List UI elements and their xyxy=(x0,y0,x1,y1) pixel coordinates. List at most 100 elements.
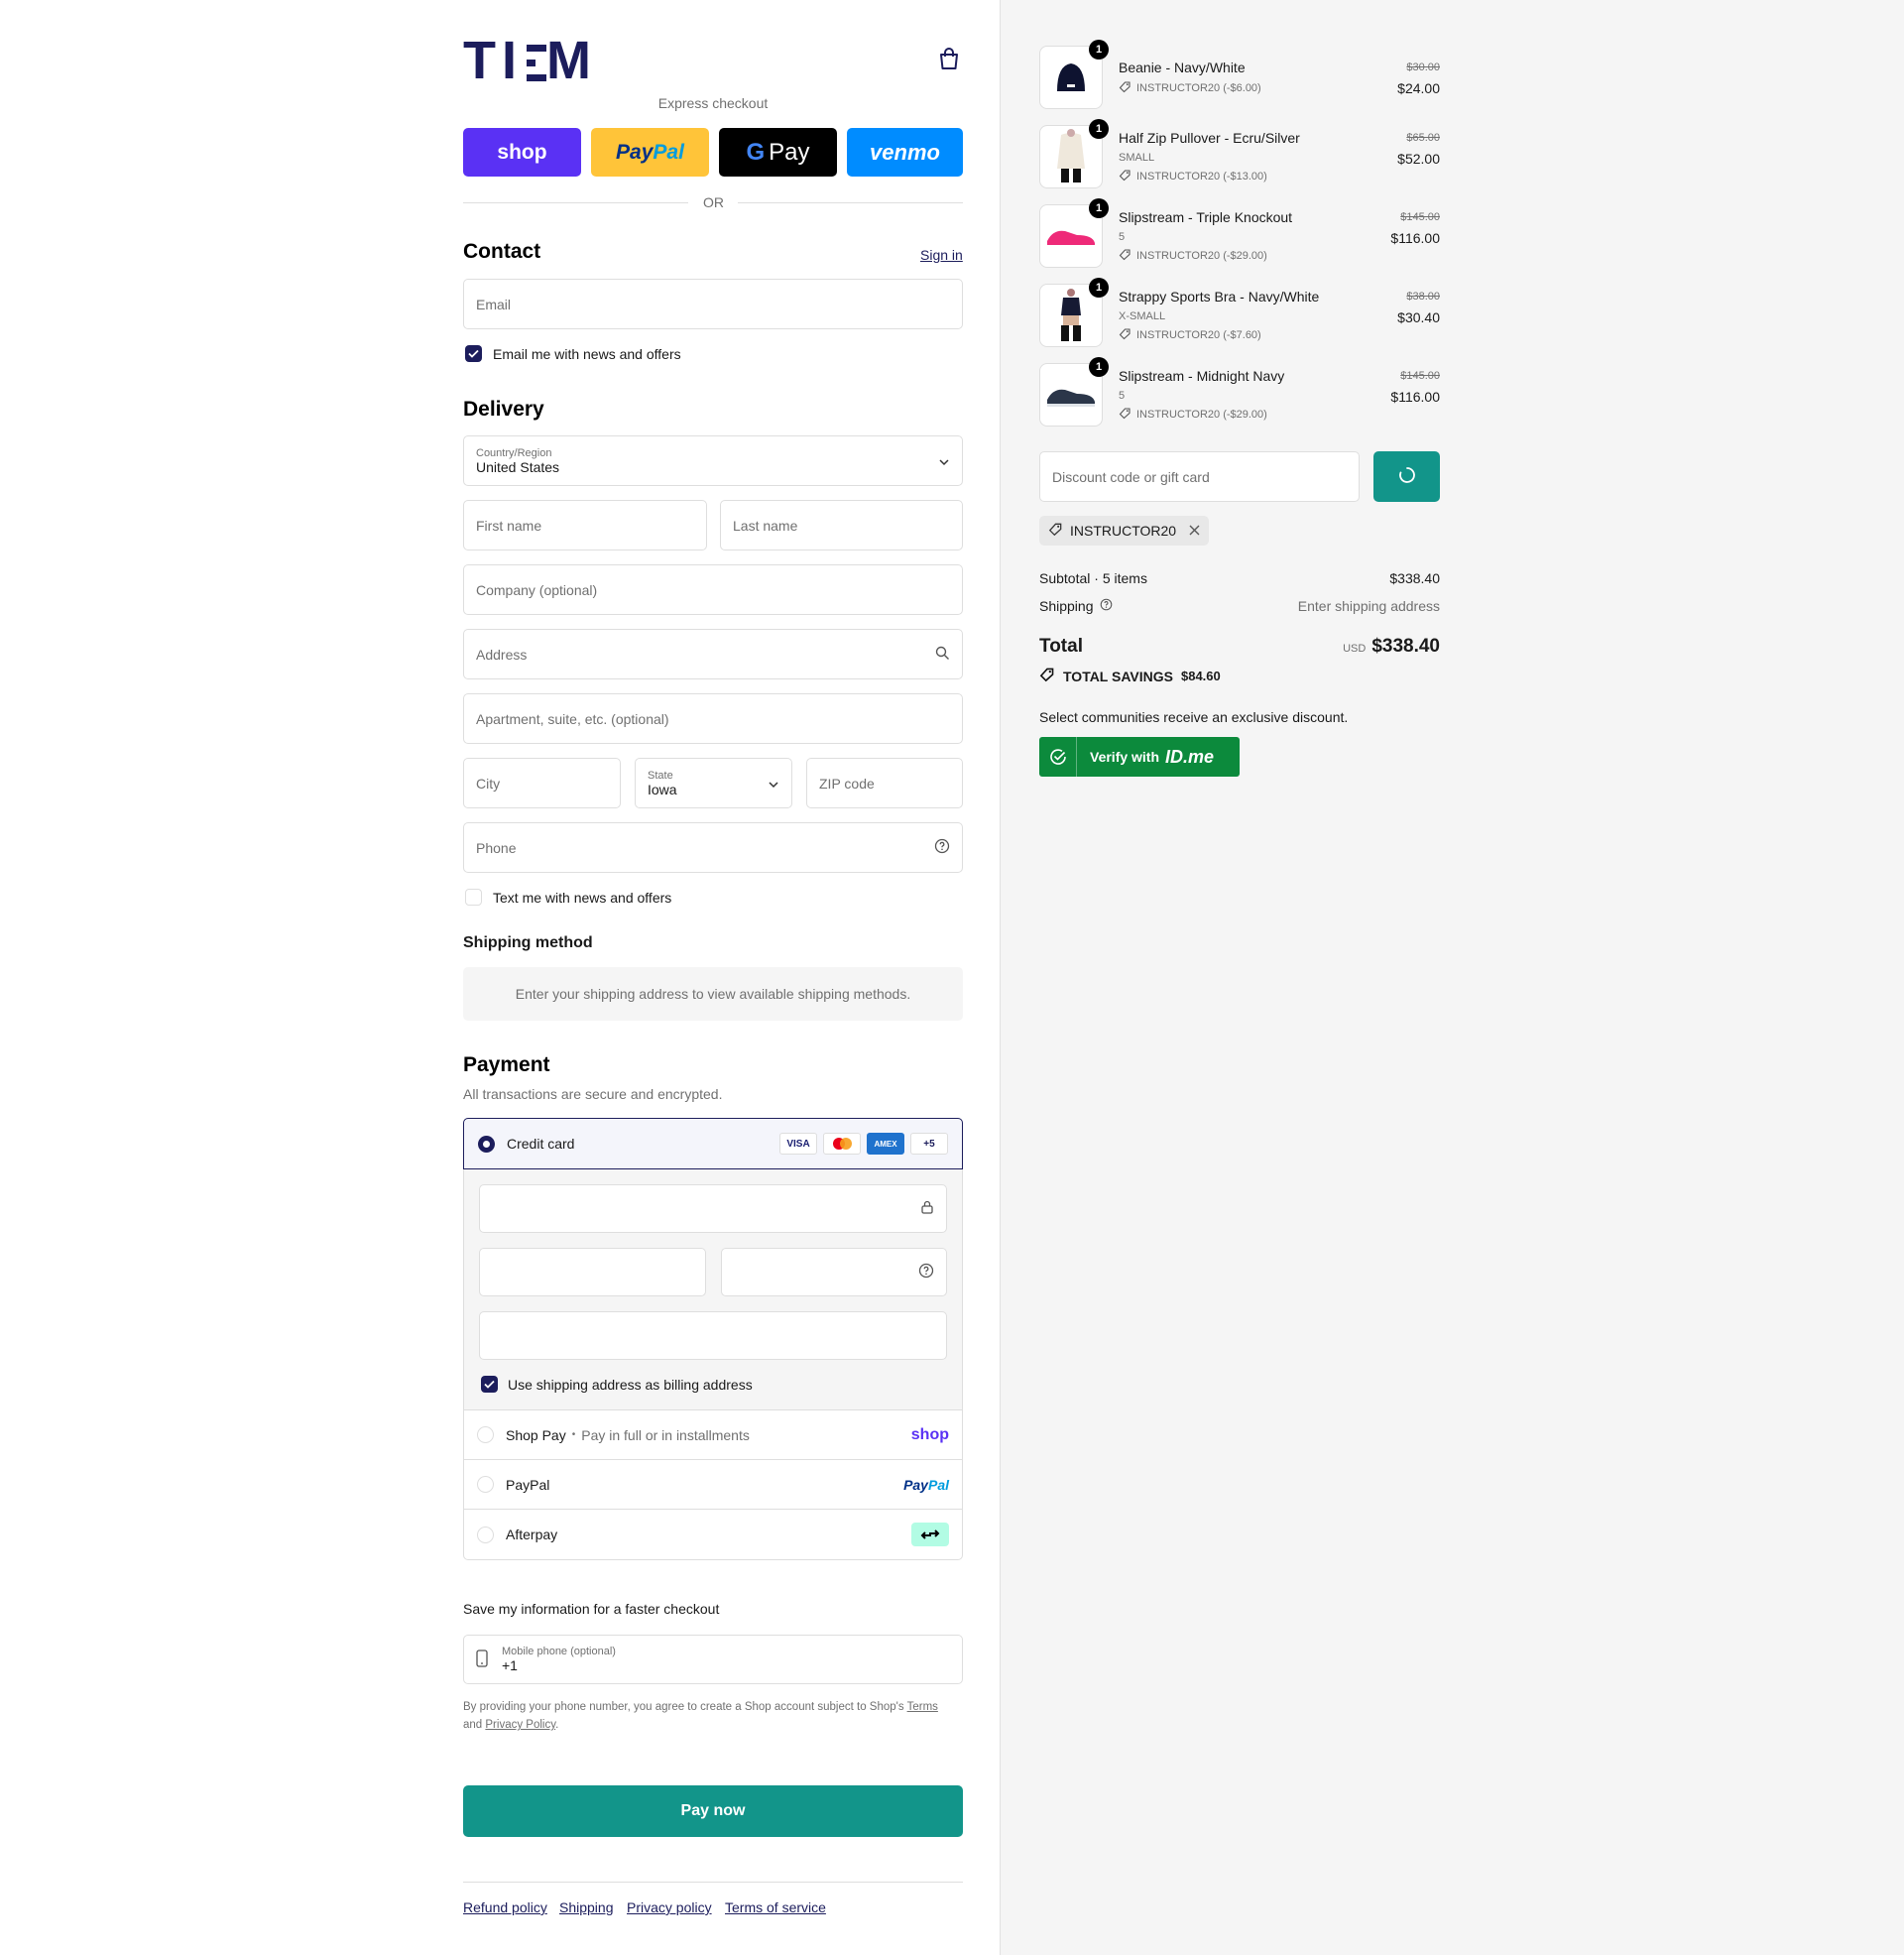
privacy-policy-footer-link[interactable]: Privacy policy xyxy=(627,1899,712,1915)
shop-pay-option[interactable]: Shop Pay • Pay in full or in installment… xyxy=(464,1409,962,1459)
email-news-checkbox[interactable] xyxy=(465,345,482,362)
tag-icon xyxy=(1119,327,1131,343)
apply-discount-button[interactable] xyxy=(1373,451,1440,502)
email-field[interactable]: Email xyxy=(463,279,963,329)
shop-pay-radio[interactable] xyxy=(477,1426,494,1443)
shop-pay-description: Pay in full or in installments xyxy=(581,1426,750,1443)
footer-divider xyxy=(463,1882,963,1883)
cart-icon[interactable] xyxy=(938,47,962,70)
discounted-price: $116.00 xyxy=(1390,230,1440,246)
paypal-option[interactable]: PayPal PayPal xyxy=(464,1459,962,1509)
shipping-row: Shipping xyxy=(1039,598,1113,614)
lock-icon xyxy=(920,1199,934,1218)
original-price: $145.00 xyxy=(1400,211,1440,223)
total-value-row: USD $338.40 xyxy=(1242,636,1440,658)
help-icon[interactable] xyxy=(918,1263,934,1282)
paypal-radio[interactable] xyxy=(477,1476,494,1493)
state-select[interactable]: State Iowa xyxy=(635,758,792,808)
paypal-logo: PayPal xyxy=(903,1476,949,1493)
product-variant: X-SMALL xyxy=(1119,310,1166,322)
credit-card-label: Credit card xyxy=(507,1136,575,1152)
payment-subtitle: All transactions are secure and encrypte… xyxy=(463,1086,723,1102)
currency-code: USD xyxy=(1343,643,1367,655)
original-price: $145.00 xyxy=(1400,370,1440,382)
verify-idme-button[interactable]: Verify with ID.me xyxy=(1039,737,1240,777)
discount-code-field[interactable]: Discount code or gift card xyxy=(1039,451,1360,502)
product-name: Slipstream - Midnight Navy xyxy=(1119,368,1285,384)
mastercard-icon xyxy=(823,1133,861,1155)
terms-link[interactable]: Terms xyxy=(907,1701,938,1713)
quantity-badge: 1 xyxy=(1089,278,1109,298)
shipping-value: Enter shipping address xyxy=(1297,598,1440,614)
gpay-express-button[interactable]: G Pay xyxy=(719,128,837,177)
delivery-heading: Delivery xyxy=(463,398,544,421)
last-name-field[interactable]: Last name xyxy=(720,500,963,550)
terms-of-service-link[interactable]: Terms of service xyxy=(725,1899,826,1915)
pay-now-button[interactable]: Pay now xyxy=(463,1785,963,1837)
privacy-policy-link[interactable]: Privacy Policy xyxy=(485,1719,555,1731)
product-name: Half Zip Pullover - Ecru/Silver xyxy=(1119,130,1300,146)
sign-in-link[interactable]: Sign in xyxy=(920,247,963,263)
zip-field[interactable]: ZIP code xyxy=(806,758,963,808)
billing-address-checkbox[interactable] xyxy=(481,1376,498,1393)
tag-icon xyxy=(1119,407,1131,423)
product-discount: INSTRUCTOR20 (-$13.00) xyxy=(1119,169,1267,184)
shipping-method-heading: Shipping method xyxy=(463,934,593,951)
credit-card-radio[interactable] xyxy=(478,1135,495,1153)
phone-field[interactable]: Phone xyxy=(463,822,963,873)
close-icon[interactable] xyxy=(1189,523,1200,539)
amex-icon: AMEX xyxy=(867,1133,904,1155)
first-name-field[interactable]: First name xyxy=(463,500,707,550)
help-icon[interactable] xyxy=(934,838,950,857)
name-on-card-field[interactable] xyxy=(479,1311,947,1360)
subtotal-value: $338.40 xyxy=(1389,570,1440,586)
discounted-price: $24.00 xyxy=(1397,80,1440,96)
save-info-heading: Save my information for a faster checkou… xyxy=(463,1601,720,1617)
chevron-down-icon xyxy=(938,453,950,469)
card-number-field[interactable] xyxy=(479,1184,947,1233)
afterpay-label: Afterpay xyxy=(506,1527,558,1542)
city-field[interactable]: City xyxy=(463,758,621,808)
credit-card-option[interactable]: Credit card VISA AMEX +5 xyxy=(463,1118,963,1169)
paypal-label: PayPal xyxy=(506,1476,550,1493)
product-variant: 5 xyxy=(1119,231,1126,243)
afterpay-option[interactable]: Afterpay xyxy=(464,1509,962,1559)
quantity-badge: 1 xyxy=(1089,198,1109,218)
product-name: Slipstream - Triple Knockout xyxy=(1119,209,1293,225)
help-icon[interactable] xyxy=(1100,598,1113,614)
billing-address-label: Use shipping address as billing address xyxy=(508,1377,753,1393)
shipping-label: Shipping xyxy=(1039,598,1094,614)
afterpay-logo xyxy=(911,1523,949,1546)
tag-icon xyxy=(1048,522,1063,540)
tag-icon xyxy=(1119,248,1131,264)
savings-label: TOTAL SAVINGS xyxy=(1063,668,1173,684)
product-name: Beanie - Navy/White xyxy=(1119,60,1246,75)
shop-pay-express-button[interactable]: shop xyxy=(463,128,581,177)
mobile-phone-field[interactable]: Mobile phone (optional) +1 xyxy=(463,1635,963,1684)
tag-icon xyxy=(1119,80,1131,96)
communities-text: Select communities receive an exclusive … xyxy=(1039,709,1349,725)
original-price: $30.00 xyxy=(1406,61,1440,73)
product-variant: SMALL xyxy=(1119,152,1155,164)
refund-policy-link[interactable]: Refund policy xyxy=(463,1899,547,1915)
total-savings-row: TOTAL SAVINGS $84.60 xyxy=(1039,667,1221,685)
shipping-policy-link[interactable]: Shipping xyxy=(559,1899,614,1915)
security-code-field[interactable] xyxy=(721,1248,947,1296)
divider xyxy=(738,202,963,203)
text-news-label: Text me with news and offers xyxy=(493,890,672,906)
afterpay-radio[interactable] xyxy=(477,1526,494,1543)
tag-icon xyxy=(1039,667,1055,685)
address-field[interactable]: Address xyxy=(463,629,963,679)
text-news-checkbox[interactable] xyxy=(465,889,482,906)
shipping-method-message: Enter your shipping address to view avai… xyxy=(463,967,963,1021)
company-field[interactable]: Company (optional) xyxy=(463,564,963,615)
venmo-express-button[interactable]: venmo xyxy=(847,128,963,177)
brand-logo[interactable]: TI M xyxy=(463,34,597,87)
apartment-field[interactable]: Apartment, suite, etc. (optional) xyxy=(463,693,963,744)
country-select[interactable]: Country/Region United States xyxy=(463,435,963,486)
expiration-field[interactable] xyxy=(479,1248,706,1296)
more-cards-badge: +5 xyxy=(910,1133,948,1155)
paypal-express-button[interactable]: Pay Pal xyxy=(591,128,709,177)
phone-legal-text: By providing your phone number, you agre… xyxy=(463,1701,938,1731)
discounted-price: $116.00 xyxy=(1390,389,1440,405)
